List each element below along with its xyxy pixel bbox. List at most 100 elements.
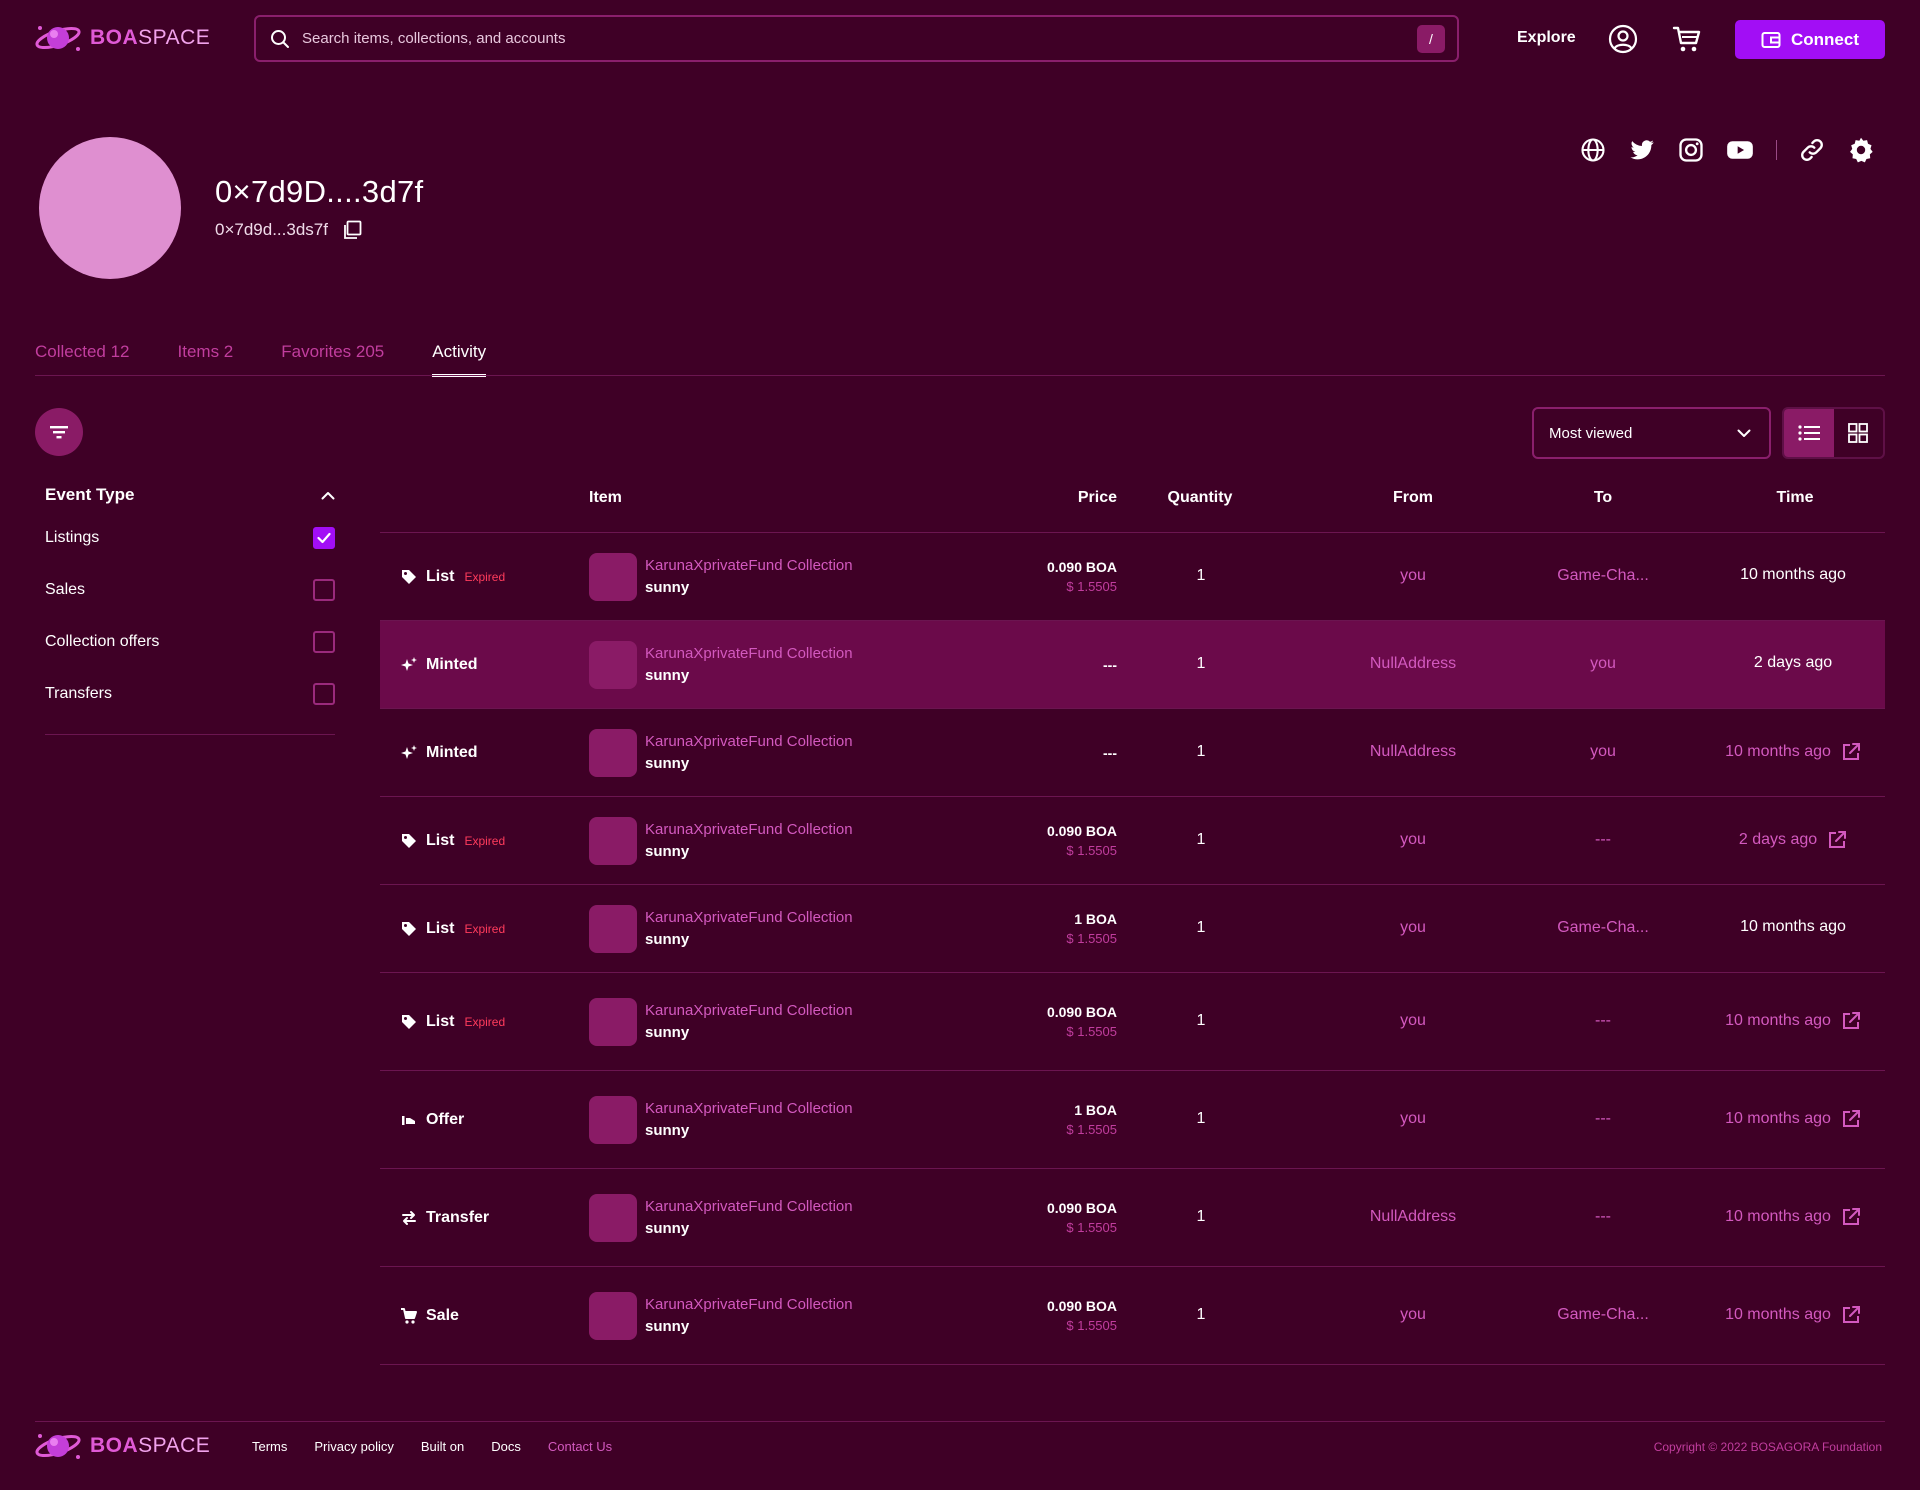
table-row[interactable]: Minted KarunaXprivateFund Collection sun… [380,621,1885,709]
table-row[interactable]: List Expired KarunaXprivateFund Collectio… [380,973,1885,1071]
account-icon[interactable] [1607,23,1639,55]
filter-toggle-button[interactable] [35,408,83,456]
to-cell[interactable]: Game-Cha... [1508,919,1698,937]
item-thumbnail[interactable] [589,1194,637,1242]
from-cell[interactable]: NullAddress [1318,1208,1508,1226]
item-thumbnail[interactable] [589,641,637,689]
time-cell[interactable]: 10 months ago [1698,1207,1888,1227]
item-name[interactable]: sunny [645,665,853,687]
item-thumbnail[interactable] [589,553,637,601]
collection-name[interactable]: KarunaXprivateFund Collection [645,643,853,665]
time-cell[interactable]: 10 months ago [1698,1305,1888,1325]
tab-items[interactable]: Items 2 [178,342,234,377]
from-cell[interactable]: you [1318,1306,1508,1324]
external-link-icon[interactable] [1841,742,1861,762]
footer-link-terms[interactable]: Terms [252,1439,287,1454]
listings-checkbox[interactable] [313,527,335,549]
from-cell[interactable]: you [1318,1110,1508,1128]
from-cell[interactable]: you [1318,567,1508,585]
time-cell[interactable]: 2 days ago [1698,830,1888,850]
time-cell[interactable]: 10 months ago [1698,1109,1888,1129]
sort-dropdown[interactable]: Most viewed [1532,407,1771,459]
link-icon[interactable] [1798,136,1826,164]
item-thumbnail[interactable] [589,905,637,953]
filter-option-listings[interactable]: Listings [45,512,335,564]
to-cell[interactable]: Game-Cha... [1508,1306,1698,1324]
item-cell[interactable]: KarunaXprivateFund Collection sunny [645,731,853,775]
external-link-icon[interactable] [1827,830,1847,850]
item-name[interactable]: sunny [645,929,853,951]
item-name[interactable]: sunny [645,753,853,775]
copy-icon[interactable] [342,220,362,240]
sales-checkbox[interactable] [313,579,335,601]
event-type-header[interactable]: Event Type [45,478,335,512]
collection-offers-checkbox[interactable] [313,631,335,653]
item-cell[interactable]: KarunaXprivateFund Collection sunny [645,907,853,951]
table-row[interactable]: Offer KarunaXprivateFund Collection sunn… [380,1071,1885,1169]
collection-name[interactable]: KarunaXprivateFund Collection [645,1294,853,1316]
table-row[interactable]: Minted KarunaXprivateFund Collection sun… [380,709,1885,797]
item-name[interactable]: sunny [645,1218,853,1240]
footer-logo[interactable]: BOASPACE [34,1428,210,1464]
item-name[interactable]: sunny [645,841,853,863]
collection-name[interactable]: KarunaXprivateFund Collection [645,1196,853,1218]
transfers-checkbox[interactable] [313,683,335,705]
tab-collected[interactable]: Collected 12 [35,342,130,377]
to-cell[interactable]: Game-Cha... [1508,567,1698,585]
item-cell[interactable]: KarunaXprivateFund Collection sunny [645,1000,853,1044]
youtube-icon[interactable] [1726,136,1754,164]
footer-link-docs[interactable]: Docs [491,1439,521,1454]
collection-name[interactable]: KarunaXprivateFund Collection [645,907,853,929]
external-link-icon[interactable] [1841,1109,1861,1129]
tab-favorites[interactable]: Favorites 205 [281,342,384,377]
item-cell[interactable]: KarunaXprivateFund Collection sunny [645,555,853,599]
footer-link-built-on[interactable]: Built on [421,1439,464,1454]
footer-link-privacy[interactable]: Privacy policy [314,1439,393,1454]
collection-name[interactable]: KarunaXprivateFund Collection [645,555,853,577]
item-thumbnail[interactable] [589,1096,637,1144]
collection-name[interactable]: KarunaXprivateFund Collection [645,1000,853,1022]
external-link-icon[interactable] [1841,1207,1861,1227]
filter-option-sales[interactable]: Sales [45,564,335,616]
external-link-icon[interactable] [1841,1305,1861,1325]
item-name[interactable]: sunny [645,1022,853,1044]
to-cell[interactable]: you [1508,655,1698,673]
item-cell[interactable]: KarunaXprivateFund Collection sunny [645,1098,853,1142]
twitter-icon[interactable] [1628,136,1656,164]
item-cell[interactable]: KarunaXprivateFund Collection sunny [645,643,853,687]
collection-name[interactable]: KarunaXprivateFund Collection [645,731,853,753]
item-cell[interactable]: KarunaXprivateFund Collection sunny [645,1294,853,1338]
instagram-icon[interactable] [1677,136,1705,164]
filter-option-transfers[interactable]: Transfers [45,668,335,720]
brand-logo[interactable]: BOASPACE [34,20,210,56]
item-cell[interactable]: KarunaXprivateFund Collection sunny [645,1196,853,1240]
item-name[interactable]: sunny [645,1316,853,1338]
collection-name[interactable]: KarunaXprivateFund Collection [645,1098,853,1120]
to-cell[interactable]: you [1508,743,1698,761]
tab-activity[interactable]: Activity [432,342,487,377]
table-row[interactable]: List Expired KarunaXprivateFund Collectio… [380,797,1885,885]
table-row[interactable]: Sale KarunaXprivateFund Collection sunny… [380,1267,1885,1365]
item-name[interactable]: sunny [645,1120,853,1142]
from-cell[interactable]: you [1318,919,1508,937]
footer-link-contact[interactable]: Contact Us [548,1439,612,1454]
connect-wallet-button[interactable]: Connect [1735,20,1885,59]
grid-view-button[interactable] [1834,409,1884,457]
gear-icon[interactable] [1847,136,1875,164]
from-cell[interactable]: you [1318,831,1508,849]
table-row[interactable]: Transfer KarunaXprivateFund Collection s… [380,1169,1885,1267]
from-cell[interactable]: you [1318,1012,1508,1030]
item-thumbnail[interactable] [589,1292,637,1340]
from-cell[interactable]: NullAddress [1318,655,1508,673]
item-name[interactable]: sunny [645,577,853,599]
from-cell[interactable]: NullAddress [1318,743,1508,761]
table-row[interactable]: List Expired KarunaXprivateFund Collectio… [380,533,1885,621]
external-link-icon[interactable] [1841,1011,1861,1031]
search-bar[interactable]: / [254,15,1459,62]
globe-icon[interactable] [1579,136,1607,164]
cart-icon[interactable] [1671,23,1703,55]
time-cell[interactable]: 10 months ago [1698,742,1888,762]
filter-option-collection-offers[interactable]: Collection offers [45,616,335,668]
table-row[interactable]: List Expired KarunaXprivateFund Collectio… [380,885,1885,973]
search-input[interactable] [302,30,1417,47]
